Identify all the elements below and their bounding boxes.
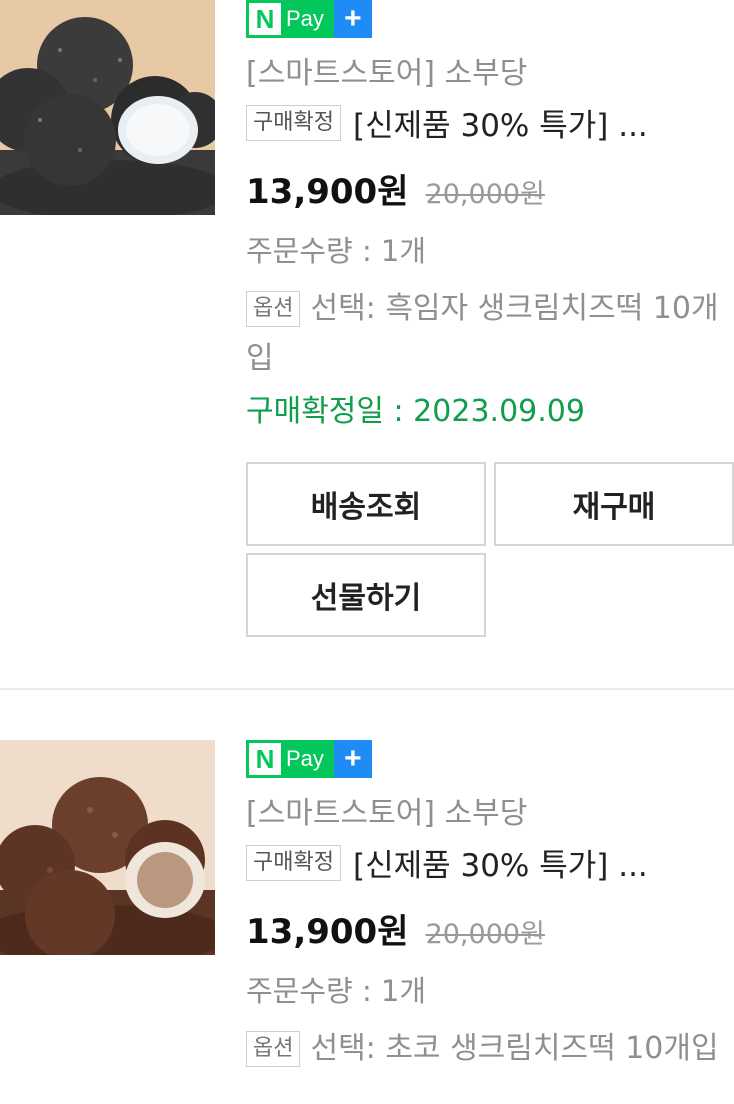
- gift-button[interactable]: 선물하기: [246, 553, 486, 637]
- option-info: 옵션 선택: 초코 생크림치즈떡 10개입: [246, 1024, 726, 1074]
- npay-label: Pay: [286, 6, 324, 31]
- sale-price: 13,900원: [246, 912, 409, 952]
- naver-n-icon: N: [249, 743, 281, 775]
- option-badge: 옵션: [246, 291, 301, 327]
- option-text: 선택: 흑임자 생크림치즈떡 10개입: [246, 291, 719, 376]
- product-thumbnail-chocolate[interactable]: [0, 740, 215, 955]
- order-divider: [0, 688, 734, 690]
- npay-plus-badge: N Pay +: [246, 740, 372, 778]
- product-thumbnail-black-sesame[interactable]: [0, 0, 215, 215]
- naver-n-icon: N: [249, 3, 281, 35]
- plus-icon: +: [333, 0, 372, 38]
- price-row: 13,900원 20,000원: [246, 904, 545, 953]
- product-title-row[interactable]: 구매확정 [신제품 30% 특가] ...: [246, 840, 734, 885]
- status-badge: 구매확정: [246, 104, 341, 141]
- order-quantity: 주문수량 : 1개: [246, 974, 427, 1008]
- plus-icon: +: [333, 740, 372, 778]
- product-title[interactable]: [신제품 30% 특가] ...: [353, 100, 648, 145]
- original-price: 20,000원: [425, 919, 545, 950]
- order-quantity: 주문수량 : 1개: [246, 234, 427, 268]
- status-badge: 구매확정: [246, 844, 341, 881]
- store-name[interactable]: [스마트스토어] 소부당: [246, 48, 527, 92]
- purchase-confirm-date: 구매확정일 : 2023.09.09: [246, 394, 585, 429]
- option-info: 옵션 선택: 흑임자 생크림치즈떡 10개입: [246, 284, 726, 384]
- npay-plus-badge: N Pay +: [246, 0, 372, 38]
- product-title-row[interactable]: 구매확정 [신제품 30% 특가] ...: [246, 100, 734, 145]
- sale-price: 13,900원: [246, 172, 409, 212]
- option-text: 선택: 초코 생크림치즈떡 10개입: [310, 1031, 719, 1066]
- option-badge: 옵션: [246, 1031, 301, 1067]
- product-title[interactable]: [신제품 30% 특가] ...: [353, 840, 648, 885]
- npay-label: Pay: [286, 746, 324, 771]
- track-delivery-button[interactable]: 배송조회: [246, 462, 486, 546]
- price-row: 13,900원 20,000원: [246, 164, 545, 213]
- store-name[interactable]: [스마트스토어] 소부당: [246, 788, 527, 832]
- rebuy-button[interactable]: 재구매: [494, 462, 734, 546]
- original-price: 20,000원: [425, 179, 545, 210]
